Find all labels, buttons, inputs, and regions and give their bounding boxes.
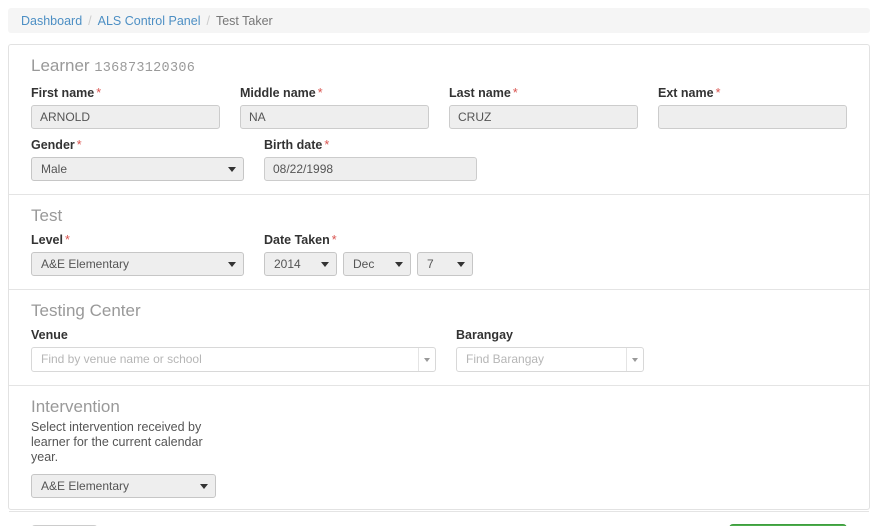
- testing-center-row: Venue Find by venue name or school Baran…: [31, 328, 847, 372]
- birth-date-label: Birth date *: [264, 138, 477, 153]
- venue-group: Venue Find by venue name or school: [31, 328, 436, 372]
- venue-search-select[interactable]: Find by venue name or school: [31, 347, 436, 372]
- first-name-group: First name *: [31, 86, 220, 129]
- date-taken-group: Date Taken * 2014 Dec 7: [264, 233, 669, 276]
- testing-center-section: Testing Center Venue Find by venue name …: [9, 289, 869, 385]
- birth-date-label-text: Birth date: [264, 138, 323, 152]
- chevron-down-icon: [228, 262, 236, 267]
- learner-demographics-row: Gender * Male Birth date *: [31, 138, 847, 181]
- intervention-section-heading: Intervention: [31, 397, 120, 416]
- venue-label: Venue: [31, 328, 68, 342]
- level-select[interactable]: A&E Elementary: [31, 252, 244, 276]
- barangay-placeholder: Find Barangay: [466, 352, 545, 366]
- venue-placeholder: Find by venue name or school: [41, 352, 202, 366]
- middle-name-group: Middle name *: [240, 86, 429, 129]
- breadcrumb: Dashboard / ALS Control Panel / Test Tak…: [8, 8, 870, 33]
- breadcrumb-separator: /: [88, 13, 92, 28]
- learner-section: Learner 136873120306 First name* Middle …: [9, 45, 869, 194]
- learner-section-heading: Learner 136873120306: [31, 56, 847, 79]
- last-name-label-text: Last name: [449, 86, 511, 100]
- breadcrumb-separator: /: [206, 13, 210, 28]
- required-marker: *: [331, 233, 337, 247]
- ext-name-input[interactable]: [658, 105, 847, 129]
- level-group: Level * A&E Elementary: [31, 233, 244, 276]
- testing-center-section-heading: Testing Center: [31, 301, 141, 320]
- level-label: Level *: [31, 233, 244, 248]
- test-section: Test Level * A&E Elementary Date Taken * 2…: [9, 194, 869, 289]
- form-footer: Cancel Add Test Taker: [9, 511, 869, 526]
- barangay-search-select[interactable]: Find Barangay: [456, 347, 644, 372]
- intervention-select[interactable]: A&E Elementary: [31, 474, 216, 498]
- breadcrumb-item-dashboard[interactable]: Dashboard: [21, 14, 82, 28]
- gender-label-text: Gender: [31, 138, 75, 152]
- level-label-text: Level: [31, 233, 63, 247]
- date-taken-month-value: Dec: [353, 257, 375, 271]
- last-name-group: Last name *: [449, 86, 638, 129]
- first-name-label-text: First name: [31, 86, 95, 100]
- test-row: Level* A&E Elementary Date Taken* 2014: [31, 233, 847, 276]
- chevron-down-icon: [200, 484, 208, 489]
- first-name-input[interactable]: [31, 105, 220, 129]
- learner-id: 136873120306: [94, 61, 196, 76]
- required-marker: *: [76, 138, 82, 152]
- chevron-down-icon: [418, 348, 435, 371]
- barangay-label: Barangay: [456, 328, 513, 342]
- level-selected-value: A&E Elementary: [41, 257, 130, 271]
- required-marker: *: [64, 233, 70, 247]
- test-taker-form-card: Learner 136873120306 First name* Middle …: [8, 44, 870, 526]
- ext-name-label-text: Ext name: [658, 86, 714, 100]
- required-marker: *: [324, 138, 330, 152]
- barangay-group: Barangay Find Barangay: [456, 328, 669, 372]
- intervention-description: Select intervention received by learner …: [31, 420, 203, 464]
- middle-name-label-text: Middle name: [240, 86, 316, 100]
- ext-name-label: Ext name *: [658, 86, 847, 101]
- middle-name-label: Middle name *: [240, 86, 429, 101]
- birth-date-group: Birth date *: [264, 138, 477, 181]
- gender-select[interactable]: Male: [31, 157, 244, 181]
- date-taken-month-select[interactable]: Dec: [343, 252, 411, 276]
- chevron-down-icon: [228, 167, 236, 172]
- last-name-label: Last name *: [449, 86, 638, 101]
- required-marker: *: [96, 86, 102, 100]
- chevron-down-icon: [626, 348, 643, 371]
- date-taken-year-value: 2014: [274, 257, 301, 271]
- date-taken-day-value: 7: [427, 257, 434, 271]
- required-marker: *: [715, 86, 721, 100]
- intervention-selected-value: A&E Elementary: [41, 479, 130, 493]
- required-marker: *: [317, 86, 323, 100]
- chevron-down-icon: [395, 262, 403, 267]
- date-taken-year-select[interactable]: 2014: [264, 252, 337, 276]
- last-name-input[interactable]: [449, 105, 638, 129]
- learner-name-row: First name* Middle name* Last name* Ext …: [31, 86, 847, 129]
- breadcrumb-item-als-control-panel[interactable]: ALS Control Panel: [98, 14, 201, 28]
- breadcrumb-item-test-taker: Test Taker: [215, 13, 273, 28]
- date-taken-label-text: Date Taken: [264, 233, 330, 247]
- chevron-down-icon: [457, 262, 465, 267]
- chevron-down-icon: [321, 262, 329, 267]
- middle-name-input[interactable]: [240, 105, 429, 129]
- gender-group: Gender * Male: [31, 138, 244, 181]
- test-section-heading: Test: [31, 206, 63, 225]
- birth-date-input[interactable]: [264, 157, 477, 181]
- date-taken-day-select[interactable]: 7: [417, 252, 473, 276]
- ext-name-group: Ext name *: [658, 86, 847, 129]
- date-taken-label: Date Taken *: [264, 233, 669, 248]
- date-taken-selects: 2014 Dec 7: [264, 252, 669, 276]
- required-marker: *: [512, 86, 518, 100]
- intervention-section: Intervention Select intervention receive…: [9, 385, 869, 511]
- learner-heading-text: Learner: [31, 56, 90, 75]
- gender-selected-value: Male: [41, 162, 68, 176]
- gender-label: Gender *: [31, 138, 244, 153]
- first-name-label: First name *: [31, 86, 220, 101]
